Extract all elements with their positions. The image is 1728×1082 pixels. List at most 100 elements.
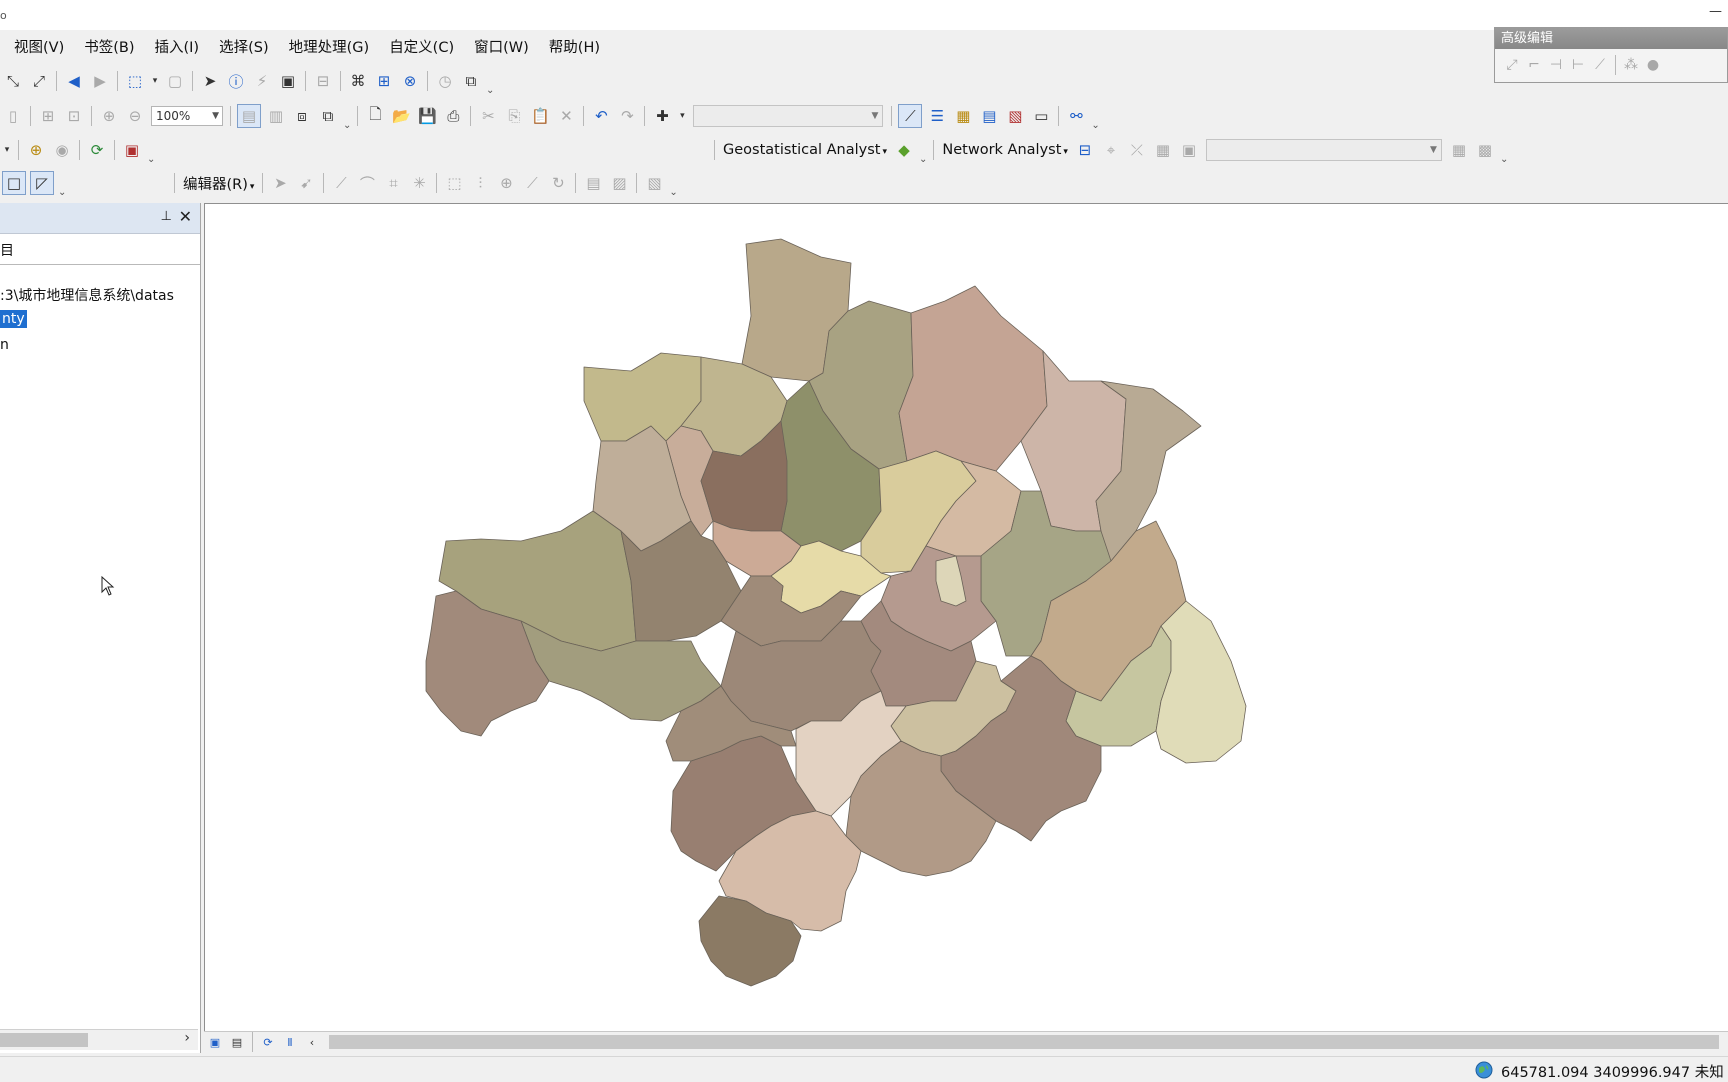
focus-data-frame-icon[interactable]: ▥ (265, 105, 287, 127)
scrollbar-thumb[interactable] (0, 1033, 88, 1047)
menu-selection[interactable]: 选择(S) (209, 36, 279, 57)
menu-bookmarks[interactable]: 书签(B) (74, 36, 144, 57)
cut-icon[interactable]: ✂ (477, 105, 499, 127)
refresh-view-icon[interactable]: ⟳ (259, 1034, 277, 1050)
zoom-whole-page-icon[interactable]: ⊞ (37, 105, 59, 127)
menu-customize[interactable]: 自定义(C) (379, 36, 464, 57)
fixed-zoom-out-icon[interactable]: ⊖ (124, 105, 146, 127)
refresh-map-icon[interactable]: ⟳ (86, 139, 108, 161)
line-intersection-icon[interactable]: ⟋ (1590, 54, 1610, 76)
toolbar-grip-icon[interactable]: ⌄ (147, 154, 155, 165)
copy-icon[interactable]: ⎘ (503, 105, 525, 127)
graph-icon[interactable]: ▣ (121, 139, 143, 161)
data-driven-pages-icon[interactable]: ⧉ (317, 105, 339, 127)
toolbar-grip-icon[interactable]: ⌄ (1091, 120, 1099, 131)
straight-segment-icon[interactable]: ⟋ (330, 172, 352, 194)
network-directions-icon[interactable]: ▣ (1178, 139, 1200, 161)
copy-features-icon[interactable]: ⤢ (1502, 54, 1522, 76)
undo-icon[interactable]: ↶ (590, 105, 612, 127)
chevron-down-icon[interactable]: ▾ (677, 105, 687, 127)
select-elements-icon[interactable]: ➤ (199, 70, 221, 92)
editor-menu[interactable]: 编辑器(R) ▾ (183, 173, 254, 194)
layer-item[interactable]: n (0, 337, 9, 353)
data-view-icon[interactable]: ▣ (206, 1034, 224, 1050)
toc-tab-label[interactable]: 目 (0, 240, 14, 260)
chevron-down-icon[interactable]: ▾ (150, 70, 160, 92)
map-view[interactable] (204, 203, 1728, 1032)
reshape-icon[interactable]: ⫶ (469, 172, 491, 194)
toolbar-grip-icon[interactable]: ⌄ (486, 85, 494, 96)
edit-tool-icon[interactable]: ➤ (269, 172, 291, 194)
print-icon[interactable]: ⎙ (442, 105, 464, 127)
toolbar-grip-icon[interactable]: ⌄ (1500, 154, 1508, 165)
menu-geoprocessing[interactable]: 地理处理(G) (279, 36, 380, 57)
polygon-tool-icon[interactable]: ◸ (30, 171, 54, 195)
fixed-zoom-in-icon[interactable]: ⊕ (98, 105, 120, 127)
find-binoculars-icon[interactable]: ⌘ (347, 70, 369, 92)
network-identify-icon[interactable]: ▩ (1474, 139, 1496, 161)
table-of-contents-icon[interactable]: ☰ (926, 105, 948, 127)
select-features-icon[interactable]: ⬚ (124, 70, 146, 92)
new-document-icon[interactable]: 🗋 (364, 105, 386, 127)
back-arrow-icon[interactable]: ◀ (63, 70, 85, 92)
zoom-out-fixed-icon[interactable]: ⤢ (28, 70, 50, 92)
zoom-in-fixed-icon[interactable]: ⤡ (2, 70, 24, 92)
time-slider-icon[interactable]: ◷ (434, 70, 456, 92)
extend-icon[interactable]: ⊣ (1546, 54, 1566, 76)
map-canvas[interactable] (205, 204, 1728, 1032)
attributes-icon[interactable]: ▤ (582, 172, 604, 194)
rotate-icon[interactable]: ↻ (547, 172, 569, 194)
hyperlink-icon[interactable]: ⚡ (251, 70, 273, 92)
python-window-icon[interactable]: ▭ (1030, 105, 1052, 127)
catalog-window-icon[interactable]: ▦ (952, 105, 974, 127)
close-icon[interactable]: ✕ (179, 207, 192, 226)
chevron-down-icon[interactable]: ▾ (2, 139, 12, 161)
add-data-icon[interactable]: ✚ (651, 105, 673, 127)
change-layout-icon[interactable]: ⧈ (291, 105, 313, 127)
network-layer-combo[interactable]: ▼ (1205, 139, 1442, 161)
scroll-left-icon[interactable]: ‹ (303, 1034, 321, 1050)
edit-vertices-icon[interactable]: ⬚ (443, 172, 465, 194)
arc-segment-icon[interactable]: ⌒ (356, 172, 378, 194)
toolbar-grip-icon[interactable]: ⌄ (343, 120, 351, 131)
menu-help[interactable]: 帮助(H) (539, 36, 610, 57)
zoom-100-icon[interactable]: ⊡ (63, 105, 85, 127)
toolbar-grip-icon[interactable]: ⌄ (669, 187, 677, 198)
create-viewer-icon[interactable]: ⧉ (460, 70, 482, 92)
toggle-draft-mode-icon[interactable]: ▤ (237, 104, 261, 128)
split-icon[interactable]: ⟋ (521, 172, 543, 194)
html-popup-icon[interactable]: ▣ (277, 70, 299, 92)
layout-icon[interactable]: ▯ (2, 105, 24, 127)
search-window-icon[interactable]: ▤ (978, 105, 1000, 127)
map-horizontal-scrollbar[interactable] (329, 1035, 1719, 1049)
add-point-icon[interactable]: ⊕ (25, 139, 47, 161)
layer-item-selected[interactable]: nty (0, 310, 27, 328)
geostat-wizard-icon[interactable]: ◆ (893, 139, 915, 161)
network-build-icon[interactable]: ▦ (1448, 139, 1470, 161)
redo-icon[interactable]: ↷ (616, 105, 638, 127)
fillet-icon[interactable]: ⌐ (1524, 54, 1544, 76)
pin-icon[interactable]: ⊥ (161, 209, 172, 224)
generalize-icon[interactable]: ● (1643, 54, 1663, 76)
play-icon[interactable]: ◉ (51, 139, 73, 161)
toolbar-grip-icon[interactable]: ⌄ (58, 187, 66, 198)
go-to-xy-icon[interactable]: ⊗ (399, 70, 421, 92)
layout-view-icon[interactable]: ▤ (228, 1034, 246, 1050)
advanced-editing-title[interactable]: 高级编辑 (1495, 28, 1727, 49)
identify-icon[interactable]: ⓘ (225, 70, 247, 92)
network-window-icon[interactable]: ⊟ (1074, 139, 1096, 161)
workspace-path[interactable]: :3\城市地理信息系统\datas (0, 285, 174, 305)
toolbar-grip-icon[interactable]: ⌄ (919, 154, 927, 165)
save-icon[interactable]: 💾 (416, 105, 438, 127)
menu-windows[interactable]: 窗口(W) (464, 36, 539, 57)
clear-selection-icon[interactable]: ▢ (164, 70, 186, 92)
paste-icon[interactable]: 📋 (529, 105, 551, 127)
find-route-icon[interactable]: ⊞ (373, 70, 395, 92)
construction-icon[interactable]: ⌗ (382, 172, 404, 194)
trim-icon[interactable]: ⊢ (1568, 54, 1588, 76)
network-analyst-menu[interactable]: Network Analyst ▾ (942, 142, 1068, 158)
sketch-properties-icon[interactable]: ▨ (608, 172, 630, 194)
scroll-right-icon[interactable]: › (184, 1030, 190, 1046)
delete-icon[interactable]: ✕ (555, 105, 577, 127)
model-builder-icon[interactable]: ⚯ (1065, 105, 1087, 127)
